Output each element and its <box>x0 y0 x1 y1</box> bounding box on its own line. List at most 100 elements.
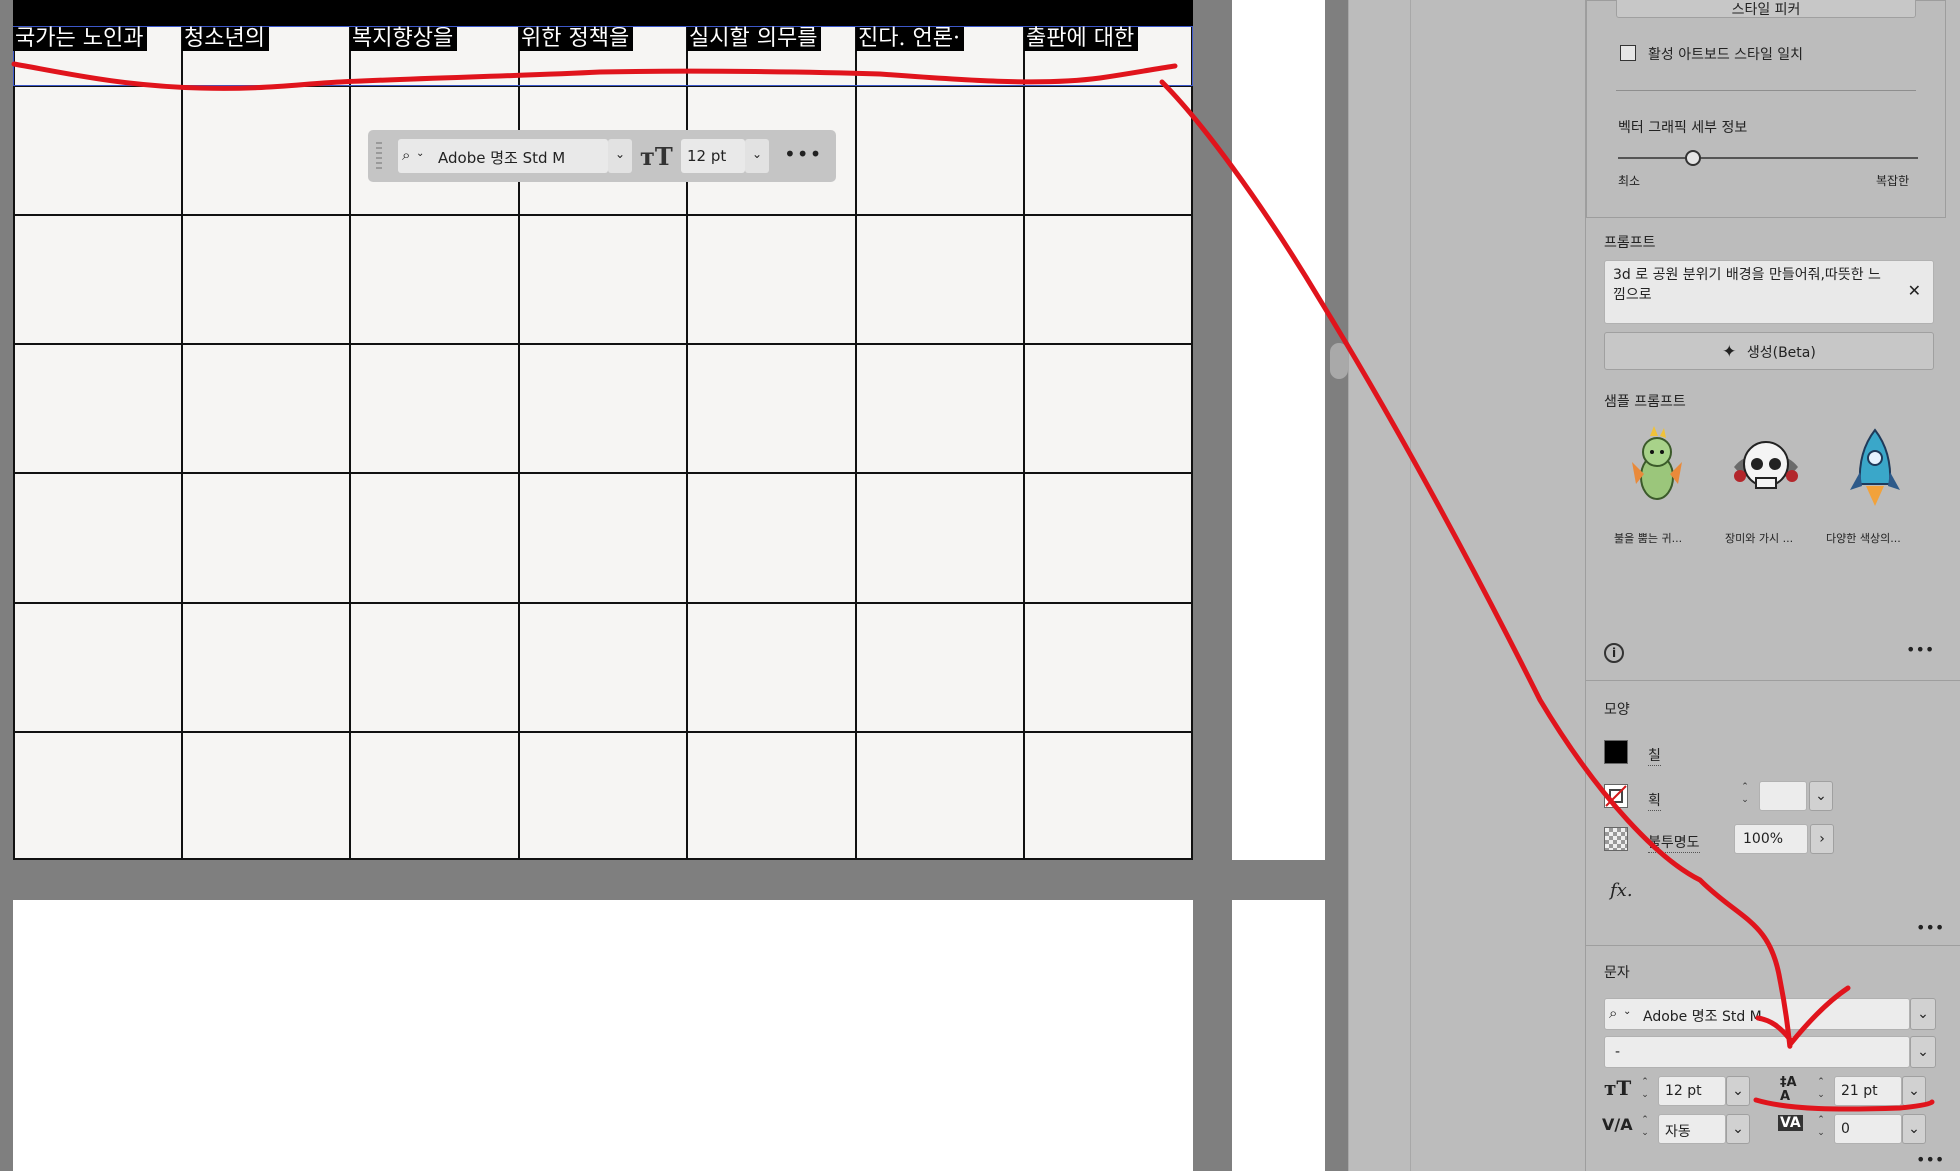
leading-field[interactable]: 21 pt <box>1834 1076 1902 1106</box>
font-size-value: 12 pt <box>687 147 727 165</box>
cell-text[interactable]: 실시할 의무를 <box>687 27 822 51</box>
sample-prompt-rocket[interactable]: 다양한 색상의... <box>1826 422 1926 545</box>
panel-rail <box>1348 0 1411 1171</box>
tracking-stepper[interactable]: ⌃ ⌄ <box>1810 1114 1832 1144</box>
chevron-down-icon: ⌄ <box>1815 788 1827 804</box>
divider <box>1586 680 1960 681</box>
grid-line <box>181 26 183 860</box>
drag-handle[interactable] <box>376 142 382 170</box>
info-icon[interactable]: i <box>1604 643 1624 663</box>
artboard-neighbor-lower <box>1232 900 1325 1171</box>
font-style-dropdown[interactable]: ⌄ <box>1910 1036 1936 1068</box>
cell-text[interactable]: 출판에 대한 <box>1024 27 1139 51</box>
prompt-text: 3d 로 공원 분위기 배경을 만들어줘,따뜻한 느낌으로 <box>1613 267 1881 303</box>
artboard-top-band <box>13 0 1193 26</box>
search-icon: ⌕ <box>402 146 411 164</box>
properties-panel[interactable]: 스타일 피커 활성 아트보드 스타일 일치 벡터 그래픽 세부 정보 최소 복잡… <box>1585 0 1960 1171</box>
font-size-dropdown[interactable]: ⌄ <box>1726 1076 1750 1106</box>
chevron-down-icon: ⌄ <box>615 147 626 161</box>
cell-text[interactable]: 진다. 언론· <box>856 27 964 51</box>
grid-line <box>13 472 1193 474</box>
fill-swatch[interactable] <box>1604 740 1628 764</box>
prompt-title: 프롬프트 <box>1604 235 1656 251</box>
search-icon: ⌕ <box>1609 1004 1618 1022</box>
contextual-task-bar[interactable]: ⌕ ⌄ Adobe 명조 Std M ⌄ ᴛT 12 pt ⌄ ••• <box>368 130 836 182</box>
match-artboard-checkbox[interactable] <box>1620 45 1636 61</box>
grid-line <box>13 602 1193 604</box>
sparkle-icon: ✦ <box>1722 342 1737 362</box>
opacity-swatch <box>1604 827 1628 851</box>
vertical-scrollbar-track[interactable] <box>1325 0 1348 1171</box>
cell-text[interactable]: 위한 정책을 <box>519 27 634 51</box>
more-options-button[interactable]: ••• <box>784 142 822 166</box>
cell-text[interactable]: 복지향상을 <box>350 27 458 51</box>
opacity-label[interactable]: 불투명도 <box>1648 832 1700 853</box>
generate-button[interactable]: ✦ 생성(Beta) <box>1604 332 1934 370</box>
cell-text[interactable]: 국가는 노인과 <box>13 27 148 51</box>
artboard-next[interactable] <box>13 900 1193 1171</box>
tracking-field[interactable]: 0 <box>1834 1114 1902 1144</box>
tracking-dropdown[interactable]: ⌄ <box>1902 1114 1926 1144</box>
clear-icon[interactable]: ✕ <box>1908 281 1921 300</box>
character-font-dropdown[interactable]: ⌄ <box>1910 998 1936 1030</box>
detail-slider-thumb[interactable] <box>1685 150 1701 166</box>
prompt-textarea[interactable]: 3d 로 공원 분위기 배경을 만들어줘,따뜻한 느낌으로 ✕ <box>1604 260 1934 324</box>
style-picker-button[interactable]: 스타일 피커 <box>1616 0 1916 18</box>
leading-dropdown[interactable]: ⌄ <box>1902 1076 1926 1106</box>
sample-prompt-skull[interactable]: 장미와 가시 ... <box>1721 422 1811 545</box>
chevron-down-icon: ⌄ <box>1732 1083 1744 1099</box>
leading-stepper[interactable]: ⌃ ⌄ <box>1810 1076 1832 1106</box>
stroke-weight-field[interactable] <box>1759 781 1807 811</box>
font-size-field[interactable]: 12 pt <box>681 139 745 173</box>
stroke-swatch[interactable] <box>1604 784 1628 808</box>
opacity-field[interactable]: 100% <box>1734 824 1808 854</box>
slider-max-label: 복잡한 <box>1876 174 1910 188</box>
font-size-dropdown-button[interactable]: ⌄ <box>745 139 769 173</box>
kerning-field[interactable]: 자동 <box>1658 1114 1726 1144</box>
samples-more-button[interactable]: ••• <box>1906 640 1934 659</box>
font-size-icon: ᴛT <box>1604 1076 1632 1100</box>
appearance-more-button[interactable]: ••• <box>1916 918 1944 937</box>
divider <box>1616 90 1916 91</box>
sample-prompts-title: 샘플 프롬프트 <box>1604 394 1686 410</box>
detail-slider-track[interactable] <box>1618 157 1918 159</box>
font-size-icon: ᴛT <box>640 142 673 171</box>
character-title: 문자 <box>1604 965 1630 981</box>
chevron-right-icon: › <box>1819 831 1825 847</box>
character-font-field[interactable]: ⌕ ⌄ Adobe 명조 Std M <box>1604 998 1910 1030</box>
sample-prompt-dragon[interactable]: 불을 뿜는 귀... <box>1612 422 1702 545</box>
character-more-button[interactable]: ••• <box>1916 1150 1944 1169</box>
effects-button[interactable]: fx. <box>1610 880 1633 901</box>
vertical-scrollbar-thumb[interactable] <box>1330 343 1348 379</box>
stroke-weight-dropdown[interactable]: ⌄ <box>1809 781 1833 811</box>
font-family-field[interactable]: ⌕ ⌄ Adobe 명조 Std M <box>398 139 608 173</box>
font-family-dropdown-button[interactable]: ⌄ <box>608 139 632 173</box>
dragon-icon <box>1632 426 1682 500</box>
font-size-stepper[interactable]: ⌃ ⌄ <box>1634 1076 1656 1106</box>
fill-label[interactable]: 칠 <box>1648 745 1661 766</box>
grid-line <box>1023 26 1025 860</box>
font-family-value: Adobe 명조 Std M <box>438 149 566 167</box>
kerning-stepper[interactable]: ⌃ ⌄ <box>1634 1114 1656 1144</box>
grid-line <box>13 731 1193 733</box>
match-artboard-label: 활성 아트보드 스타일 일치 <box>1648 47 1804 63</box>
grid-line <box>13 26 15 860</box>
grid-line <box>13 858 1193 860</box>
no-stroke-icon <box>1605 785 1627 807</box>
grid-line <box>13 214 1193 216</box>
kerning-dropdown[interactable]: ⌄ <box>1726 1114 1750 1144</box>
cell-text[interactable]: 청소년의 <box>182 27 269 51</box>
grid-line <box>855 26 857 860</box>
chevron-down-icon: ⌄ <box>1917 1044 1929 1060</box>
panel-rail-secondary <box>1410 0 1586 1171</box>
chevron-down-icon: ⌄ <box>1908 1121 1920 1137</box>
stroke-label[interactable]: 획 <box>1648 790 1661 811</box>
opacity-expand-button[interactable]: › <box>1810 824 1834 854</box>
canvas-area[interactable]: 국가는 노인과 청소년의 복지향상을 위한 정책을 실시할 의무를 진다. 언론… <box>0 0 1348 1171</box>
leading-icon: ‡A A <box>1780 1075 1797 1104</box>
chevron-down-icon: ⌄ <box>1732 1121 1744 1137</box>
font-style-field[interactable]: - <box>1604 1036 1910 1068</box>
vector-detail-title: 벡터 그래픽 세부 정보 <box>1618 120 1748 136</box>
stroke-weight-stepper[interactable]: ⌃ ⌄ <box>1734 781 1756 811</box>
character-font-size-field[interactable]: 12 pt <box>1658 1076 1726 1106</box>
